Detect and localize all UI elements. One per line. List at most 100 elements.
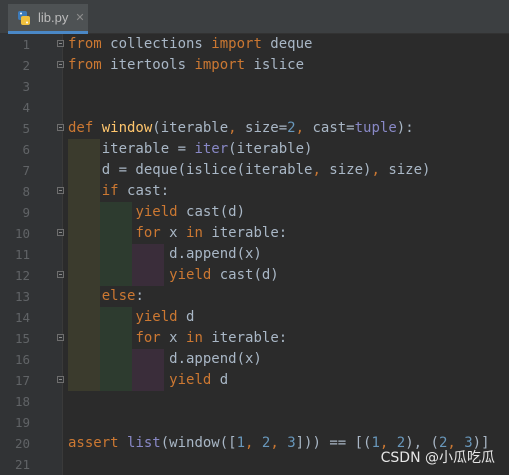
- code-token: ,: [270, 435, 288, 451]
- code-line: 4: [0, 97, 509, 118]
- code-line: 3: [0, 76, 509, 97]
- code-token: import: [194, 57, 246, 73]
- code-token: tuple: [354, 120, 397, 136]
- line-number: 18: [14, 394, 30, 409]
- line-number: 2: [22, 58, 30, 73]
- watermark: CSDN @小瓜吃瓜: [380, 450, 495, 466]
- line-number: 19: [14, 415, 30, 430]
- line-number: 13: [14, 289, 30, 304]
- code-token: :: [135, 288, 144, 304]
- line-number: 12: [14, 268, 30, 283]
- line-number: 17: [14, 373, 30, 388]
- code-token: from: [68, 57, 102, 73]
- code-text: from collections import deque: [68, 34, 312, 55]
- fold-toggle-icon[interactable]: [57, 61, 64, 68]
- code-token: in: [186, 330, 212, 346]
- code-line: 5 def window(iterable, size=2, cast=tuple…: [0, 118, 509, 139]
- code-text: else:: [68, 286, 144, 307]
- code-token: collections: [101, 36, 212, 52]
- code-text: for x in iterable:: [68, 223, 287, 244]
- code-token: ])) == [(: [295, 435, 372, 451]
- code-line: 14 yield d: [0, 307, 509, 328]
- editor-tab-bar: lib.py ✕: [0, 0, 509, 34]
- code-token: yield: [135, 204, 187, 220]
- code-line: 19: [0, 412, 509, 433]
- fold-toggle-icon[interactable]: [57, 229, 64, 236]
- fold-toggle-icon[interactable]: [57, 124, 64, 131]
- code-text: yield d: [68, 370, 228, 391]
- code-token: else: [101, 288, 136, 304]
- code-token: iterable:: [211, 225, 288, 241]
- code-token: ,: [295, 120, 313, 136]
- code-token: for: [135, 330, 170, 346]
- fold-toggle-icon[interactable]: [57, 334, 64, 341]
- line-number: 4: [22, 100, 30, 115]
- code-line: 11 d.append(x): [0, 244, 509, 265]
- code-line: 1 from collections import deque: [0, 34, 509, 55]
- code-line: 13 else:: [0, 286, 509, 307]
- line-number: 7: [22, 163, 30, 178]
- code-token: d: [186, 309, 195, 325]
- line-number: 5: [22, 121, 30, 136]
- code-line: 2 from itertools import islice: [0, 55, 509, 76]
- code-line: 9 yield cast(d): [0, 202, 509, 223]
- code-token: ,: [245, 435, 262, 451]
- code-token: assert: [68, 435, 128, 451]
- line-number: 6: [22, 142, 30, 157]
- code-line: 12 yield cast(d): [0, 265, 509, 286]
- code-token: 1: [236, 435, 246, 451]
- fold-toggle-icon[interactable]: [57, 376, 64, 383]
- line-number: 15: [14, 331, 30, 346]
- code-token: itertools: [101, 57, 195, 73]
- line-number: 3: [22, 79, 30, 94]
- code-token: if: [101, 183, 128, 199]
- line-number: 21: [14, 457, 30, 472]
- code-line: 6 iterable = iter(iterable): [0, 139, 509, 160]
- line-number: 20: [14, 436, 30, 451]
- code-token: iterable =: [68, 141, 195, 157]
- code-text: yield cast(d): [68, 265, 279, 286]
- code-token: cast=: [312, 120, 355, 136]
- code-token: size): [388, 162, 431, 178]
- code-line: 7 d = deque(islice(iterable, size), size…: [0, 160, 509, 181]
- code-token: window: [101, 120, 153, 136]
- fold-toggle-icon[interactable]: [57, 40, 64, 47]
- code-token: in: [186, 225, 212, 241]
- code-token: ,: [371, 162, 389, 178]
- code-token: 1: [371, 435, 380, 451]
- code-token: d.append(x): [68, 351, 262, 367]
- close-icon[interactable]: ✕: [75, 11, 84, 24]
- code-token: yield: [169, 267, 220, 283]
- code-token: 3: [287, 435, 296, 451]
- line-number: 16: [14, 352, 30, 367]
- code-token: for: [135, 225, 170, 241]
- code-token: d = deque(islice(iterable: [68, 162, 313, 178]
- code-token: iterable:: [211, 330, 288, 346]
- code-token: yield: [135, 309, 187, 325]
- code-line: 16 d.append(x): [0, 349, 509, 370]
- file-tab[interactable]: lib.py ✕: [8, 4, 88, 34]
- code-token: iter: [194, 141, 229, 157]
- line-number: 11: [14, 247, 30, 262]
- code-token: ):: [396, 120, 414, 136]
- code-token: from: [68, 36, 102, 52]
- code-token: cast(d): [186, 204, 246, 220]
- code-text: d.append(x): [68, 349, 262, 370]
- line-number: 10: [14, 226, 30, 241]
- code-line: 15 for x in iterable:: [0, 328, 509, 349]
- code-text: d = deque(islice(iterable, size), size): [68, 160, 431, 181]
- code-text: yield d: [68, 307, 194, 328]
- python-file-icon: [16, 10, 32, 26]
- code-token: d.append(x): [68, 246, 262, 262]
- fold-toggle-icon[interactable]: [57, 271, 64, 278]
- code-text: from itertools import islice: [68, 55, 304, 76]
- fold-toggle-icon[interactable]: [57, 187, 64, 194]
- code-line: 17 yield d: [0, 370, 509, 391]
- code-token: (window([: [160, 435, 237, 451]
